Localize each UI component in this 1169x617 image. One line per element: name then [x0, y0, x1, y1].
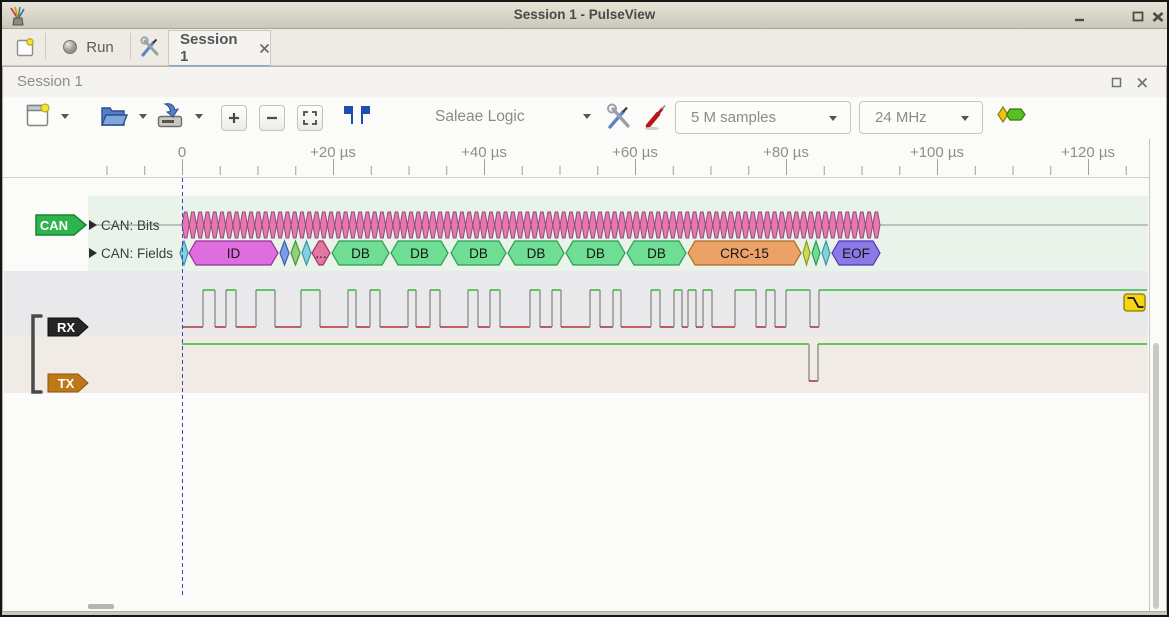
svg-text:+80 µs: +80 µs	[763, 144, 809, 161]
zoom-in-button[interactable]	[221, 105, 247, 131]
zoom-in-icon	[227, 111, 241, 125]
device-selector[interactable]: Saleae Logic	[435, 108, 525, 126]
open-file-button[interactable]	[99, 101, 129, 129]
dock-header[interactable]: Session 1	[3, 67, 1166, 98]
svg-text:+40 µs: +40 µs	[461, 144, 507, 161]
zoom-fit-button[interactable]	[297, 105, 323, 131]
svg-text:DB: DB	[469, 246, 488, 261]
zoom-fit-icon	[302, 110, 318, 126]
new-file-button[interactable]	[25, 101, 51, 129]
time-ruler: 0 +20 µs +40 µs +60 µs +80 µs +100 µs +120 µs	[107, 144, 1126, 175]
new-session-button[interactable]	[6, 32, 44, 62]
tab-label: Session 1	[180, 31, 247, 65]
sample-rate-dropdown-arrow	[961, 116, 969, 121]
tab-session-1[interactable]: Session 1	[168, 30, 271, 65]
save-button[interactable]	[155, 101, 185, 129]
sample-count-dropdown-arrow	[829, 116, 837, 121]
dock-close-button[interactable]	[1135, 75, 1150, 90]
svg-text:+20 µs: +20 µs	[310, 144, 356, 161]
float-button[interactable]	[1109, 75, 1124, 90]
maximize-button[interactable]	[1131, 10, 1145, 24]
trigger-falling-edge-icon[interactable]	[1124, 294, 1145, 311]
main-toolbar: Run Session 1	[2, 29, 1167, 66]
new-session-icon	[16, 38, 35, 57]
toolbar-separator	[45, 33, 46, 60]
svg-text:CRC-15: CRC-15	[720, 246, 769, 261]
svg-text:DB: DB	[527, 246, 546, 261]
run-label: Run	[86, 39, 114, 56]
device-config-button[interactable]	[605, 103, 633, 131]
svg-text:DB: DB	[647, 246, 666, 261]
vertical-scrollbar[interactable]	[1153, 343, 1159, 609]
svg-text:TX: TX	[58, 376, 75, 391]
device-dropdown[interactable]	[583, 114, 591, 119]
settings-button[interactable]	[133, 32, 167, 62]
close-button[interactable]	[1151, 10, 1165, 24]
svg-text:DB: DB	[586, 246, 605, 261]
tab-close-icon[interactable]	[259, 43, 270, 54]
new-file-dropdown[interactable]	[61, 114, 69, 119]
zoom-out-icon	[265, 111, 279, 125]
svg-text:+60 µs: +60 µs	[612, 144, 658, 161]
pulseview-window: Session 1 - PulseView Run	[0, 0, 1169, 617]
dock-title: Session 1	[17, 67, 83, 97]
can-fields-annotations: ID... DB DB DB DB DB DB CRC-15 EOF	[180, 241, 880, 265]
open-file-dropdown[interactable]	[139, 114, 147, 119]
settings-icon	[139, 36, 161, 58]
channels-probe-button[interactable]	[643, 103, 669, 131]
svg-text:0: 0	[178, 144, 186, 161]
session-toolbar: Saleae Logic 5 M samples 24 MHz	[3, 97, 1166, 139]
minimize-button[interactable]	[1073, 10, 1087, 24]
run-button[interactable]: Run	[48, 32, 128, 62]
svg-text:+100 µs: +100 µs	[910, 144, 964, 161]
sample-count-value: 5 M samples	[691, 109, 776, 126]
sample-rate-select[interactable]: 24 MHz	[859, 101, 983, 134]
cursors-button[interactable]	[343, 104, 371, 128]
can-group-label: CAN	[40, 218, 68, 233]
trace-canvas[interactable]: 0 +20 µs +40 µs +60 µs +80 µs +100 µs +120 µs C…	[3, 139, 1168, 611]
zoom-out-button[interactable]	[259, 105, 285, 131]
toolbar-separator	[130, 33, 131, 60]
svg-text:DB: DB	[351, 246, 370, 261]
sample-rate-value: 24 MHz	[875, 109, 927, 126]
svg-text:RX: RX	[57, 320, 75, 335]
fields-row-label: CAN: Fields	[101, 246, 173, 261]
titlebar[interactable]: Session 1 - PulseView	[2, 2, 1167, 29]
svg-text:EOF: EOF	[842, 246, 870, 261]
save-dropdown[interactable]	[195, 114, 203, 119]
svg-text:+120 µs: +120 µs	[1061, 144, 1115, 161]
window-title: Session 1 - PulseView	[2, 2, 1167, 28]
session-dock: Session 1	[2, 66, 1167, 612]
bits-row-label: CAN: Bits	[101, 218, 160, 233]
svg-text:ID: ID	[227, 246, 241, 261]
run-icon	[62, 39, 78, 55]
svg-text:DB: DB	[410, 246, 429, 261]
horizontal-scrollbar[interactable]	[88, 604, 114, 609]
svg-text:...: ...	[315, 246, 326, 261]
add-decoder-button[interactable]	[997, 106, 1027, 124]
rx-band	[4, 271, 1148, 335]
sample-count-select[interactable]: 5 M samples	[675, 101, 851, 134]
